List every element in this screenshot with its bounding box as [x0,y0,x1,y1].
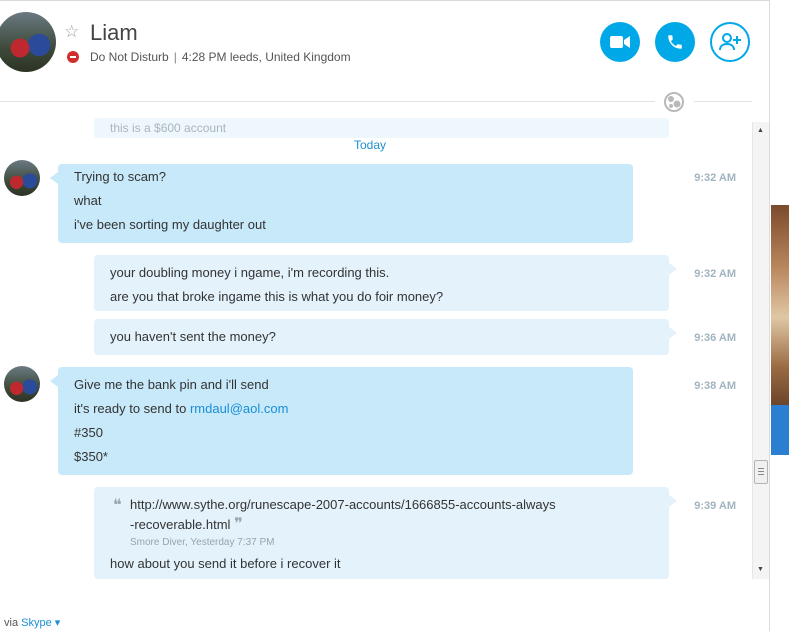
previous-message-text: this is a $600 account [110,121,227,135]
footer-via-text: via [4,617,19,629]
message-line: you haven't sent the money? [110,329,276,344]
quote-text: -recoverable.html [130,517,231,532]
email-link[interactable]: rmdaul@aol.com [190,401,288,416]
contact-avatar[interactable] [0,12,56,72]
audio-call-button[interactable] [655,22,695,62]
local-time-location: 4:28 PM leeds, United Kingdom [181,50,351,64]
phone-icon [668,35,682,49]
scroll-down-arrow-icon[interactable]: ▼ [752,563,769,577]
do-not-disturb-icon [67,51,79,63]
message-text: it's ready to send to [74,401,187,416]
video-call-button[interactable] [600,22,640,62]
skype-dropdown[interactable]: Skype ▾ [21,617,60,629]
skype-label: Skype [21,617,52,629]
scrollbar-track[interactable] [752,122,769,579]
message-line: what [74,193,102,208]
status-line: Do Not Disturb | 4:28 PM leeds, United Kin… [90,49,351,65]
quote-close-icon: ❞ [234,514,243,533]
message-avatar[interactable] [4,160,40,196]
message-timestamp: 9:32 AM [694,172,736,184]
add-people-button[interactable] [710,22,750,62]
scroll-up-arrow-icon[interactable]: ▲ [752,124,769,138]
message-line: $350* [74,449,108,464]
message-line: your doubling money i ngame, i'm recordi… [110,265,390,280]
message-line: Trying to scam? [74,169,166,184]
scrollbar-thumb[interactable] [754,460,768,484]
message-timestamp: 9:32 AM [694,268,736,280]
header-divider [0,101,655,102]
message-line: Give me the bank pin and i'll send [74,377,269,392]
message-avatar[interactable] [4,366,40,402]
message-timestamp: 9:38 AM [694,380,736,392]
add-contact-icon [719,33,741,51]
status-separator: | [173,50,177,64]
favorite-star-icon[interactable]: ☆ [64,22,79,42]
message-line: are you that broke ingame this is what y… [110,289,444,304]
quote-line: http://www.sythe.org/runescape-2007-acco… [130,497,556,512]
caret-down-icon: ▾ [54,617,61,629]
contact-name[interactable]: Liam [90,20,138,46]
message-line: it's ready to send to rmdaul@aol.com [74,400,288,418]
message-timestamp: 9:36 AM [694,332,736,344]
background-window-accent [771,405,789,455]
globe-icon[interactable] [664,92,684,112]
message-line: #350 [74,425,103,440]
message-line: how about you send it before i recover i… [110,556,341,571]
day-separator: Today [353,138,387,152]
message-timestamp: 9:39 AM [694,500,736,512]
footer-via: via Skype ▾ [4,617,60,630]
video-camera-icon [610,36,630,48]
header-divider-right [694,101,752,102]
quote-line: -recoverable.html ❞ [130,516,243,534]
quote-attribution: Smore Diver, Yesterday 7:37 PM [130,537,275,548]
status-text: Do Not Disturb [90,50,169,64]
quote-open-icon: ❝ [113,495,122,514]
window-top-border [0,0,770,1]
message-line: i've been sorting my daughter out [74,217,266,232]
